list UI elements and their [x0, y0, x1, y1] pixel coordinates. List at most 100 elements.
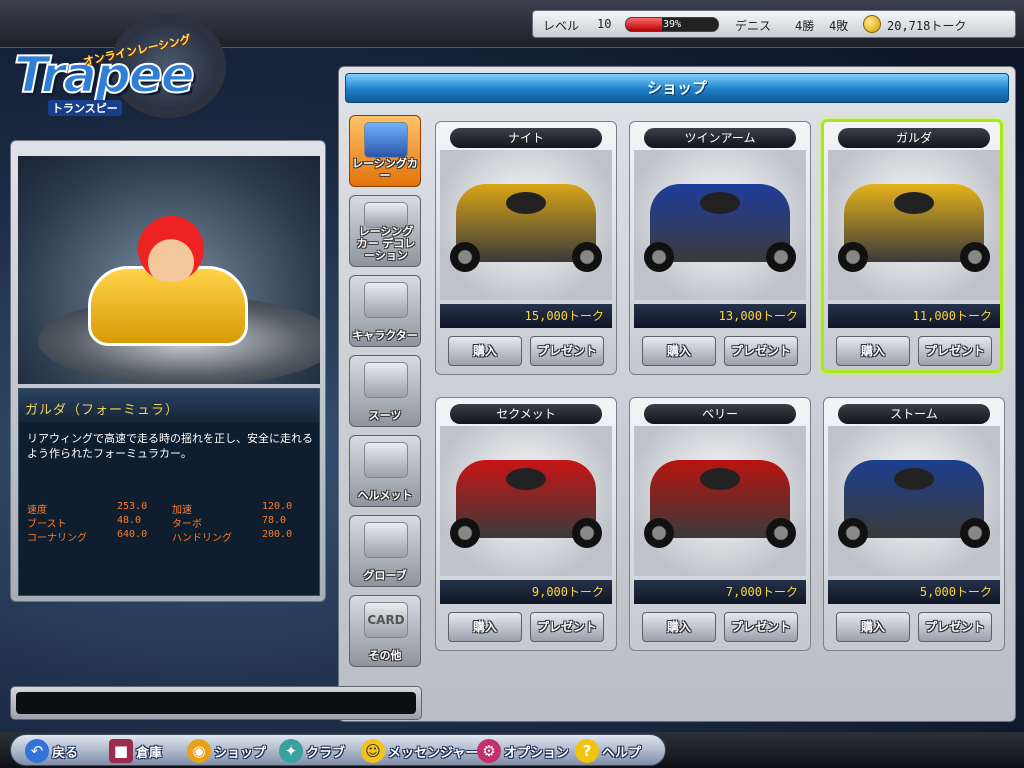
character-avatar	[138, 216, 204, 282]
item-title: ツインアーム	[644, 128, 796, 148]
category-car-decoration[interactable]: レーシングカー デコレーション	[349, 195, 421, 267]
buy-button[interactable]: 購入	[642, 336, 716, 366]
shop-panel: ショップ レーシングカー レーシングカー デコレーション キャラクター スーツ …	[338, 66, 1016, 722]
car-icon	[838, 460, 990, 548]
chat-input[interactable]	[16, 692, 416, 714]
xp-progress-bar: 39%	[625, 17, 719, 32]
category-label: レーシングカー	[352, 157, 418, 182]
car-preview[interactable]	[18, 156, 320, 384]
stat-label: 速度	[27, 505, 47, 516]
shop-item-card-selected[interactable]: ガルダ 11,000トーク 購入 プレゼント	[821, 119, 1003, 373]
item-price: 5,000トーク	[828, 580, 1000, 604]
nav-label: ショップ	[214, 745, 267, 761]
nav-storage-button[interactable]: ■ 倉庫	[109, 738, 162, 764]
nav-shop-button[interactable]: ◉ ショップ	[187, 738, 266, 764]
gift-button[interactable]: プレゼント	[918, 612, 992, 642]
car-icon	[644, 184, 796, 272]
nav-messenger-button[interactable]: ☺ メッセンジャー	[361, 738, 478, 764]
shop-title: ショップ	[345, 73, 1009, 103]
stat-value: 78.0	[262, 515, 287, 526]
category-label: グローブ	[363, 569, 407, 582]
shop-item-card[interactable]: ツインアーム 13,000トーク 購入 プレゼント	[629, 121, 811, 375]
stat-label: コーナリング	[27, 533, 87, 544]
buy-button[interactable]: 購入	[642, 612, 716, 642]
item-title: ナイト	[450, 128, 602, 148]
nav-help-button[interactable]: ? ヘルプ	[575, 738, 641, 764]
item-image	[634, 426, 806, 576]
nav-label: 戻る	[52, 745, 79, 761]
stat-value: 640.0	[117, 529, 148, 540]
buy-button[interactable]: 購入	[448, 336, 522, 366]
category-label: スーツ	[368, 409, 402, 422]
category-label: レーシングカー デコレーション	[356, 225, 416, 262]
buy-button[interactable]: 購入	[836, 336, 910, 366]
car-icon	[450, 184, 602, 272]
racing-car-icon	[364, 122, 408, 158]
stat-row: コーナリング 640.0 ハンドリング 200.0	[27, 529, 317, 544]
nav-options-button[interactable]: ⚙ オプション	[477, 738, 569, 764]
back-arrow-icon: ↶	[25, 739, 49, 763]
item-image	[440, 150, 612, 300]
currency-amount: 20,718トーク	[887, 19, 967, 33]
stat-value: 200.0	[262, 529, 293, 540]
game-logo: Trapee オンラインレーシング トランスピー	[10, 12, 238, 120]
gift-button[interactable]: プレゼント	[918, 336, 992, 366]
stat-value: 253.0	[117, 501, 148, 512]
character-icon	[364, 282, 408, 318]
chat-box	[10, 686, 422, 720]
nav-label: ヘルプ	[602, 745, 642, 761]
car-icon	[644, 460, 796, 548]
category-suit[interactable]: スーツ	[349, 355, 421, 427]
item-description: リアウィングで高速で走る時の揺れを正し、安全に走れるよう作られたフォーミュラカー…	[27, 432, 313, 460]
category-helmet[interactable]: ヘルメット	[349, 435, 421, 507]
messenger-icon: ☺	[361, 739, 385, 763]
gift-button[interactable]: プレゼント	[724, 612, 798, 642]
wins-count: 4勝	[795, 19, 815, 33]
stat-row: 速度 253.0 加速 120.0	[27, 501, 317, 516]
gift-button[interactable]: プレゼント	[724, 336, 798, 366]
item-image	[634, 150, 806, 300]
item-title: ストーム	[838, 404, 990, 424]
level-label: レベル	[543, 19, 580, 33]
logo-subtitle-bottom: トランスピー	[48, 100, 122, 116]
shop-item-card[interactable]: ナイト 15,000トーク 購入 プレゼント	[435, 121, 617, 375]
nav-label: メッセンジャー	[388, 745, 479, 761]
buy-button[interactable]: 購入	[448, 612, 522, 642]
shop-item-card[interactable]: セクメット 9,000トーク 購入 プレゼント	[435, 397, 617, 651]
coin-icon	[863, 15, 881, 33]
item-image	[828, 150, 1000, 300]
storage-box-icon: ■	[109, 739, 133, 763]
category-racing-car[interactable]: レーシングカー	[349, 115, 421, 187]
buy-button[interactable]: 購入	[836, 612, 910, 642]
stat-row: ブースト 48.0 ターボ 78.0	[27, 515, 317, 530]
category-label: キャラクター	[352, 329, 418, 342]
nav-club-button[interactable]: ✦ クラブ	[279, 738, 345, 764]
stat-label: ターボ	[172, 519, 202, 530]
car-icon	[450, 460, 602, 548]
gift-button[interactable]: プレゼント	[530, 612, 604, 642]
car-icon	[838, 184, 990, 272]
suit-icon	[364, 362, 408, 398]
nav-label: クラブ	[306, 745, 346, 761]
category-label: ヘルメット	[357, 489, 413, 502]
item-name: ガルダ（フォーミュラ）	[25, 403, 180, 418]
category-glove[interactable]: グローブ	[349, 515, 421, 587]
helmet-icon	[364, 442, 408, 478]
nav-label: 倉庫	[136, 745, 163, 761]
shop-item-card[interactable]: ストーム 5,000トーク 購入 プレゼント	[823, 397, 1005, 651]
shop-item-card[interactable]: ベリー 7,000トーク 購入 プレゼント	[629, 397, 811, 651]
item-title: ベリー	[644, 404, 796, 424]
item-info-box: ガルダ（フォーミュラ） リアウィングで高速で走る時の揺れを正し、安全に走れるよう…	[18, 388, 320, 596]
stat-value: 48.0	[117, 515, 142, 526]
card-icon: CARD	[364, 602, 408, 638]
category-other[interactable]: CARD その他	[349, 595, 421, 667]
nav-back-button[interactable]: ↶ 戻る	[25, 738, 78, 764]
losses-count: 4敗	[829, 19, 849, 33]
gift-button[interactable]: プレゼント	[530, 336, 604, 366]
category-character[interactable]: キャラクター	[349, 275, 421, 347]
item-price: 9,000トーク	[440, 580, 612, 604]
item-image	[440, 426, 612, 576]
stat-value: 120.0	[262, 501, 293, 512]
item-title: セクメット	[450, 404, 602, 424]
item-stats: 速度 253.0 加速 120.0 ブースト 48.0 ターボ 78.0 コーナリング 6…	[27, 501, 317, 544]
